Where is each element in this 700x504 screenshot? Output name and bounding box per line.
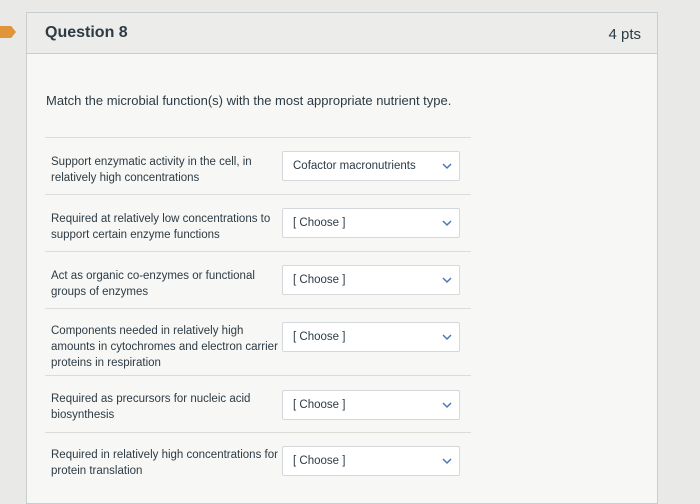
answer-select[interactable]: Cofactor macronutrients (282, 151, 460, 181)
answer-row: Required as precursors for nucleic acid … (45, 375, 471, 433)
select-value: [ Choose ] (293, 455, 346, 467)
chevron-down-icon (442, 458, 452, 465)
question-header: Question 8 4 pts (27, 13, 657, 54)
answer-label: Required as precursors for nucleic acid … (51, 393, 251, 421)
answer-label: Required in relatively high concentratio… (51, 449, 278, 477)
select-value: [ Choose ] (293, 399, 346, 411)
answer-select[interactable]: [ Choose ] (282, 390, 460, 420)
answer-select[interactable]: [ Choose ] (282, 446, 460, 476)
chevron-down-icon (442, 220, 452, 227)
answer-row: Act as organic co-enzymes or functional … (45, 251, 471, 309)
answer-label: Components needed in relatively high amo… (51, 325, 278, 369)
answer-row: Components needed in relatively high amo… (45, 308, 471, 376)
answer-row: Required in relatively high concentratio… (45, 432, 471, 490)
answer-label: Act as organic co-enzymes or functional … (51, 270, 255, 298)
select-value: Cofactor macronutrients (293, 160, 416, 172)
question-card: Question 8 4 pts Match the microbial fun… (26, 12, 658, 504)
answer-select[interactable]: [ Choose ] (282, 265, 460, 295)
answer-label: Support enzymatic activity in the cell, … (51, 156, 252, 184)
question-title: Question 8 (45, 24, 128, 41)
answer-row: Support enzymatic activity in the cell, … (45, 137, 471, 195)
select-value: [ Choose ] (293, 274, 346, 286)
chevron-down-icon (442, 277, 452, 284)
chevron-down-icon (442, 334, 452, 341)
chevron-down-icon (442, 163, 452, 170)
bookmark-flag-icon[interactable] (0, 26, 16, 38)
question-points: 4 pts (608, 26, 641, 43)
answer-select[interactable]: [ Choose ] (282, 322, 460, 352)
answer-label: Required at relatively low concentration… (51, 213, 271, 241)
answer-row: Required at relatively low concentration… (45, 194, 471, 252)
answer-select[interactable]: [ Choose ] (282, 208, 460, 238)
select-value: [ Choose ] (293, 331, 346, 343)
question-prompt: Match the microbial function(s) with the… (46, 93, 452, 108)
select-value: [ Choose ] (293, 217, 346, 229)
chevron-down-icon (442, 402, 452, 409)
